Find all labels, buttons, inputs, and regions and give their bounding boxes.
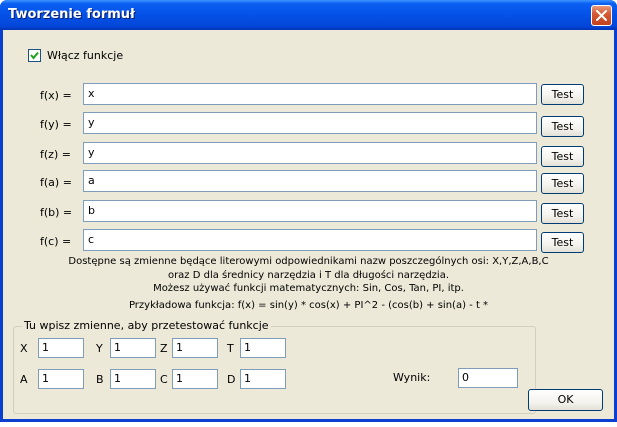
test-fx-button[interactable]: Test [541, 84, 584, 105]
info-line-1: Dostępne są zmienne będące literowymi od… [68, 256, 549, 267]
example-line: Przykładowa funkcja: f(x) = sin(y) * cos… [3, 300, 614, 311]
var-d-input[interactable]: 1 [240, 369, 286, 389]
fc-label: f(c) = [40, 235, 72, 248]
dialog-window: Tworzenie formuł Włącz funkcje f(x) = x … [0, 0, 617, 422]
fx-label: f(x) = [40, 89, 72, 102]
close-icon [596, 10, 607, 21]
var-x-input[interactable]: 1 [38, 338, 84, 358]
fa-label: f(a) = [40, 176, 72, 189]
result-field: 0 [458, 368, 518, 388]
dialog-body: Włącz funkcje f(x) = x Test f(y) = y Tes… [3, 30, 614, 419]
fa-input[interactable]: a [83, 170, 537, 192]
var-a-input[interactable]: 1 [38, 369, 84, 389]
var-t-input[interactable]: 1 [240, 338, 286, 358]
test-fa-button[interactable]: Test [541, 173, 584, 194]
var-b-input[interactable]: 1 [110, 369, 156, 389]
example-label: Przykładowa funkcja: f(x) = [128, 300, 267, 311]
enable-functions-checkbox[interactable] [28, 49, 41, 62]
test-fc-button[interactable]: Test [541, 232, 584, 253]
info-line-2: oraz D dla średnicy narzędzia i T dla dł… [167, 270, 450, 281]
var-d-label: D [227, 373, 236, 386]
fy-input[interactable]: y [83, 112, 537, 134]
var-c-input[interactable]: 1 [172, 369, 218, 389]
title-bar[interactable]: Tworzenie formuł [0, 0, 617, 30]
test-fy-button[interactable]: Test [541, 116, 584, 137]
var-x-label: X [20, 342, 28, 355]
fb-input[interactable]: b [83, 200, 537, 222]
test-variables-group-title: Tu wpisz zmienne, aby przetestować funkc… [22, 319, 271, 332]
example-formula: sin(y) * cos(x) + PI^2 - (cos(b) + sin(a… [269, 300, 489, 311]
checkmark-icon [30, 51, 39, 60]
fz-label: f(z) = [40, 148, 71, 161]
fz-input[interactable]: y [83, 142, 537, 164]
info-line-3: Możesz używać funkcji matematycznych: Si… [153, 283, 464, 294]
var-c-label: C [160, 373, 168, 386]
fb-label: f(b) = [40, 206, 73, 219]
test-fz-button[interactable]: Test [541, 146, 584, 167]
var-z-label: Z [160, 342, 168, 355]
window-title: Tworzenie formuł [8, 7, 135, 22]
var-b-label: B [96, 373, 104, 386]
fc-input[interactable]: c [83, 229, 537, 251]
close-button[interactable] [591, 5, 612, 26]
test-fb-button[interactable]: Test [541, 203, 584, 224]
var-t-label: T [227, 342, 234, 355]
ok-button[interactable]: OK [528, 389, 603, 411]
enable-functions-label[interactable]: Włącz funkcje [47, 49, 123, 62]
var-y-input[interactable]: 1 [110, 338, 156, 358]
var-y-label: Y [96, 342, 103, 355]
var-a-label: A [20, 373, 28, 386]
fx-input[interactable]: x [83, 83, 537, 105]
fy-label: f(y) = [40, 118, 72, 131]
result-label: Wynik: [393, 371, 431, 384]
var-z-input[interactable]: 1 [172, 338, 218, 358]
